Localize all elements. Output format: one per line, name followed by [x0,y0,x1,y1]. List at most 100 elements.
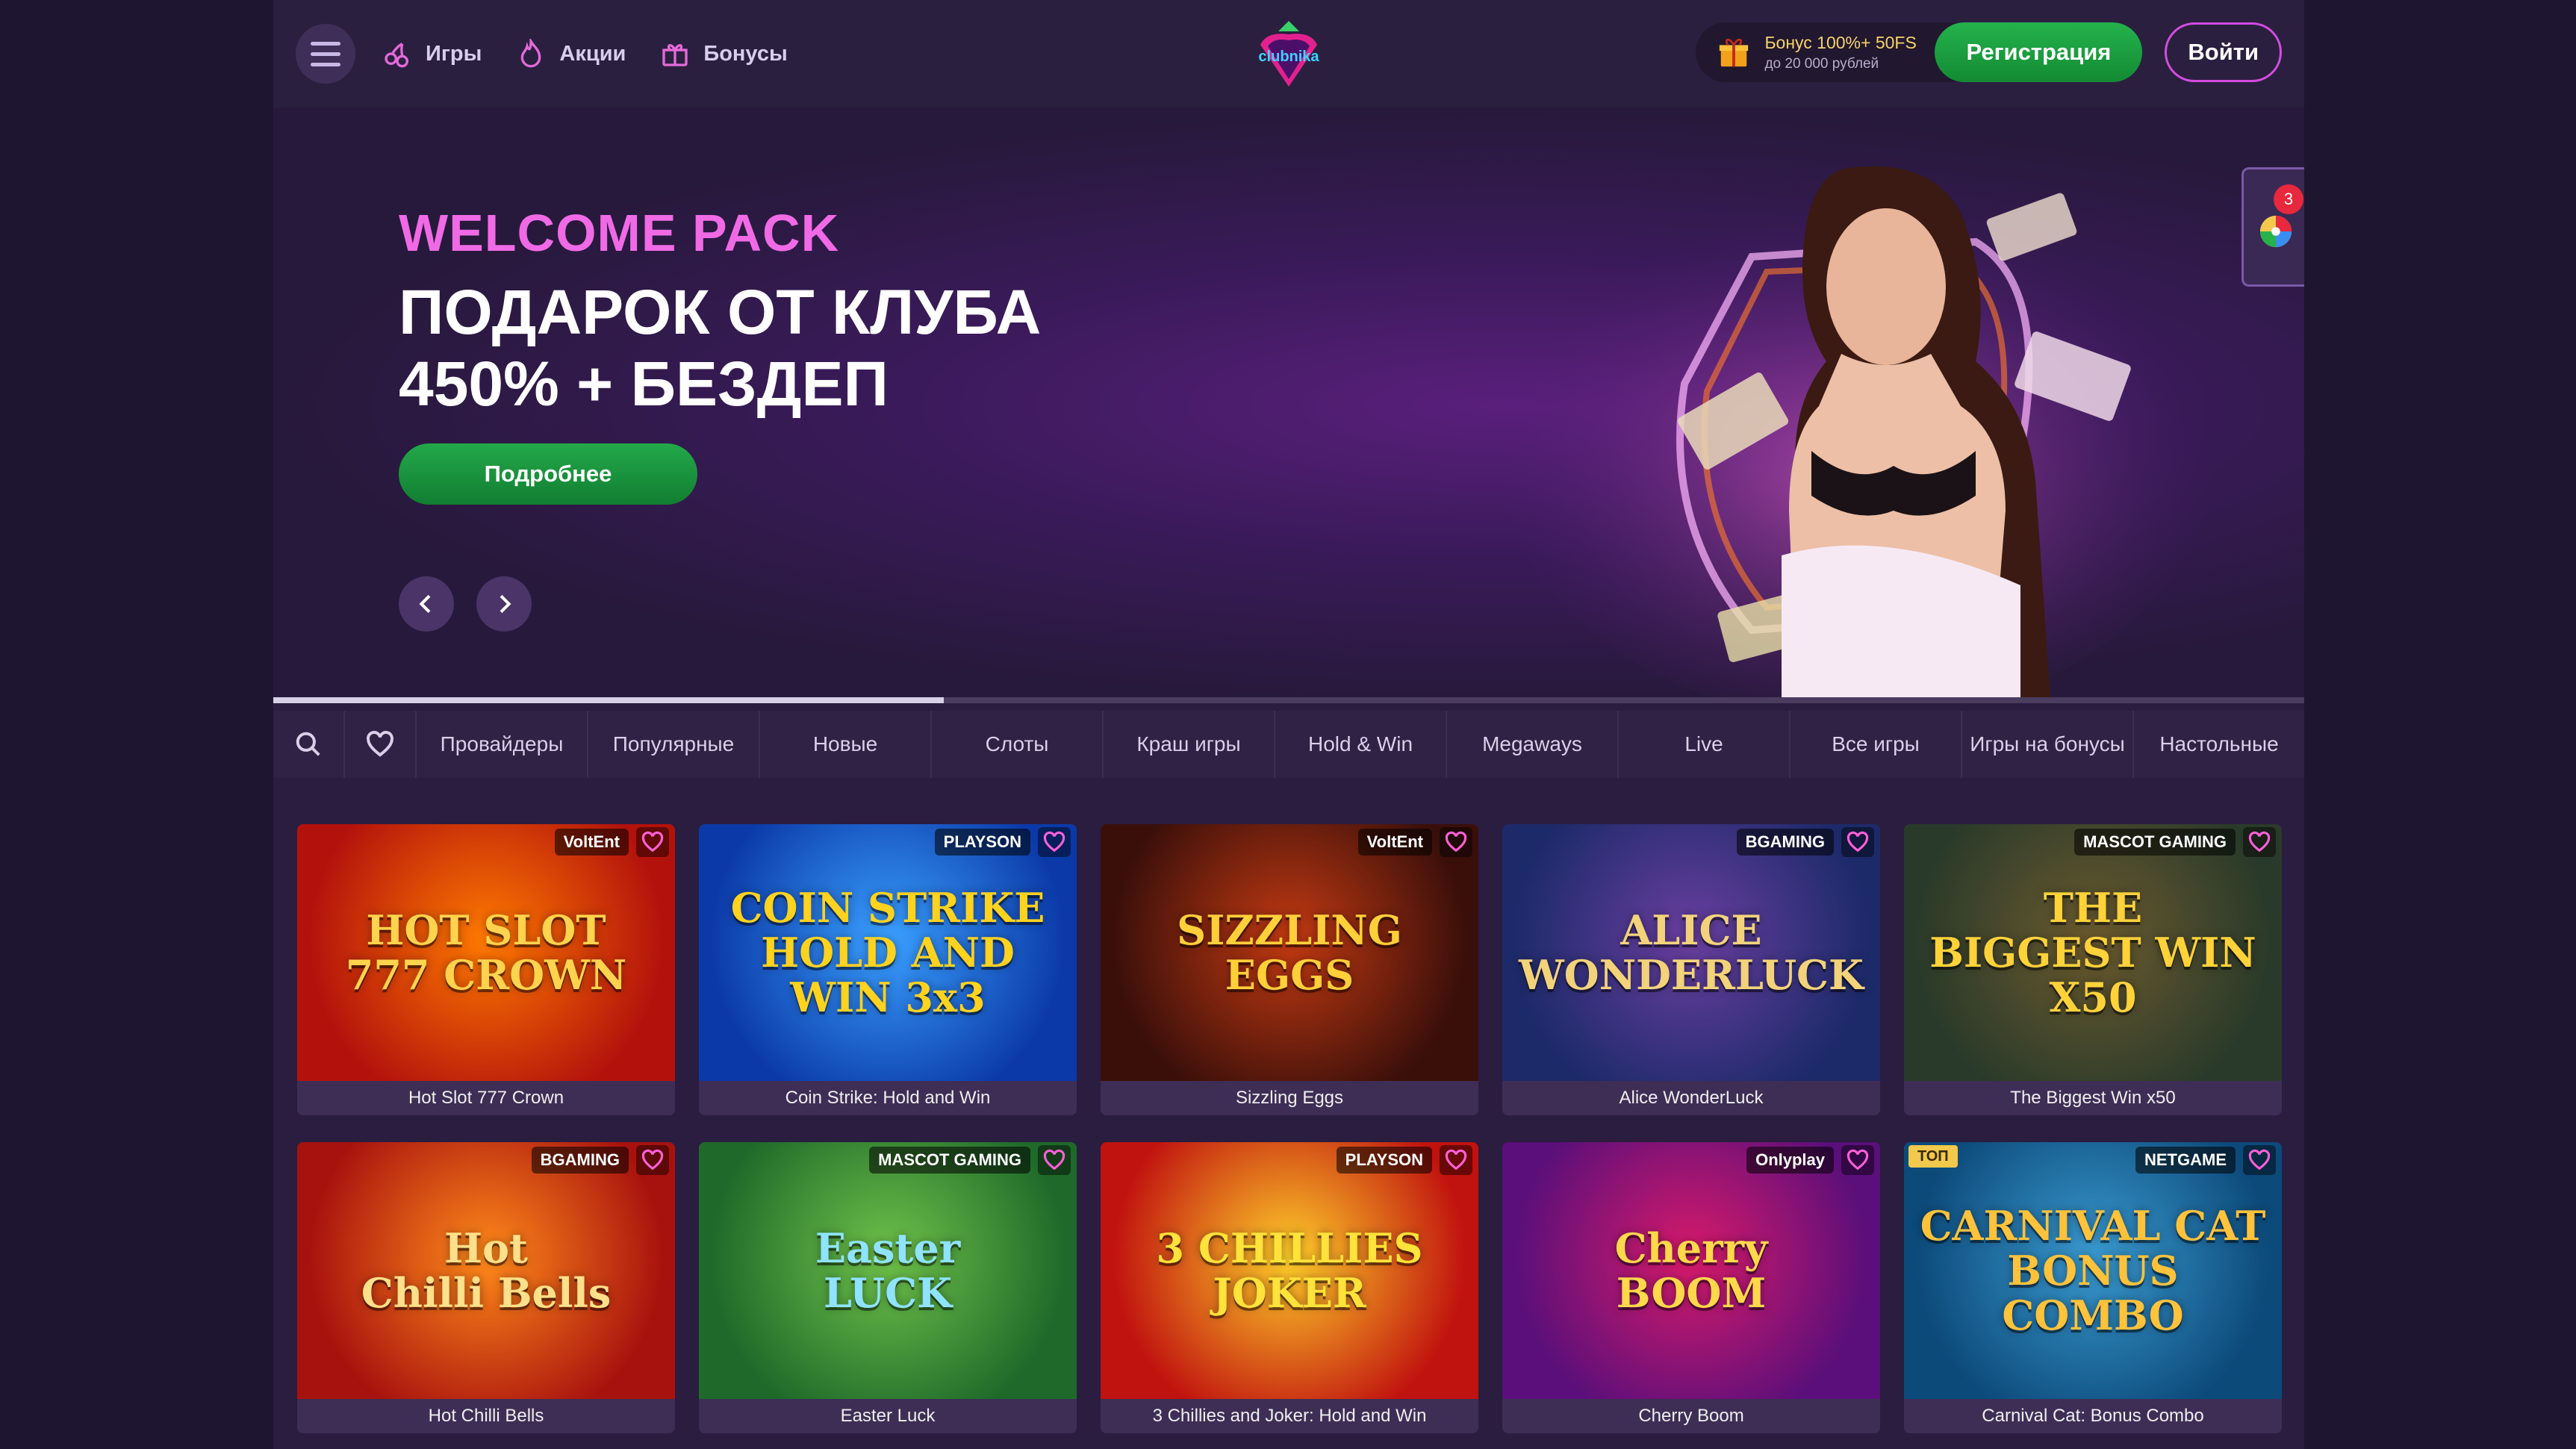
heart-icon [1847,831,1869,853]
game-title[interactable]: Cherry Boom [1502,1399,1880,1433]
nav-item-bonuses[interactable]: Бонусы [660,39,788,69]
gift-icon [662,44,688,66]
tab-9[interactable]: Игры на бонусы [1962,711,2134,778]
favorite-button[interactable] [2243,1145,2276,1175]
main-nav: Игры Акции Бонусы [382,39,788,69]
favorite-button[interactable] [1038,827,1071,857]
heart-icon [1445,1149,1467,1171]
bonus-subtitle: до 20 000 рублей [1764,55,1879,72]
game-title[interactable]: Carnival Cat: Bonus Combo [1904,1399,2282,1433]
tab-2[interactable]: Новые [760,711,932,778]
favorite-button[interactable] [1841,1145,1874,1175]
heart-icon [641,1149,664,1171]
provider-label: MASCOT GAMING [869,1147,1030,1174]
heart-icon [367,731,393,757]
nav-label: Акции [559,41,626,66]
login-button[interactable]: Войти [2165,22,2282,82]
game-art-text: Hot Chilli Bells [361,1224,612,1317]
provider-label: Onlyplay [1746,1147,1834,1174]
game-title[interactable]: Hot Chilli Bells [297,1399,675,1433]
tab-5[interactable]: Hold & Win [1275,711,1447,778]
nav-item-promos[interactable]: Акции [516,39,626,69]
heart-icon [1043,1149,1065,1171]
tab-3[interactable]: Слоты [932,711,1104,778]
tab-6[interactable]: Megaways [1447,711,1619,778]
game-thumbnail[interactable]: Hot Chilli Bells [297,1142,675,1399]
favorite-button[interactable] [636,827,669,857]
provider-label: BGAMING [1736,829,1834,856]
tab-4[interactable]: Краш игры [1104,711,1275,778]
favorite-button[interactable] [636,1145,669,1175]
tab-0[interactable]: Провайдеры [417,711,588,778]
game-art-text: THE BIGGEST WIN X50 [1929,884,2256,1021]
wheel-widget[interactable]: 3 [2241,167,2304,287]
game-card[interactable]: COIN STRIKE HOLD AND WIN 3x3 PLAYSON Coin … [699,824,1077,1115]
game-card[interactable]: Easter LUCK MASCOT GAMING Easter Luck [699,1142,1077,1433]
tab-7[interactable]: Live [1619,711,1791,778]
register-button[interactable]: Регистрация [1935,22,2143,82]
fire-icon [521,39,541,68]
nav-label: Игры [426,41,482,66]
favorites-button[interactable] [345,711,417,778]
game-thumbnail[interactable]: CARNIVAL CAT BONUS COMBO [1904,1142,2282,1399]
game-title[interactable]: 3 Chillies and Joker: Hold and Win [1101,1399,1478,1433]
game-art-text: 3 CHILLIES JOKER [1156,1224,1423,1317]
top-badge: ТОП [1908,1145,1958,1168]
game-thumbnail[interactable]: Cherry BOOM [1502,1142,1880,1399]
page-frame: Игры Акции Бонусы clubnika Бонус 100%+ 5… [273,0,2304,1449]
tab-10[interactable]: Настольные [2134,711,2304,778]
next-slide-button[interactable] [476,576,532,632]
slide-progress-bar [273,697,2304,703]
gift-box-icon [1720,38,1749,67]
nav-label: Бонусы [703,41,788,66]
hero-model-image [1498,166,2215,697]
game-title[interactable]: Alice WonderLuck [1502,1081,1880,1115]
clubnika-logo[interactable]: clubnika [1244,15,1334,90]
heart-icon [1847,1149,1869,1171]
fortune-wheel-icon [2259,215,2292,248]
game-card[interactable]: ALICE WONDERLUCK BGAMING Alice WonderLuck [1502,824,1880,1115]
menu-button[interactable] [296,24,355,84]
svg-text:clubnika: clubnika [1258,49,1319,65]
chevron-right-icon [500,594,511,614]
game-card[interactable]: CARNIVAL CAT BONUS COMBO ТОП NETGAME Carniv… [1904,1142,2282,1433]
game-card[interactable]: Cherry BOOM Onlyplay Cherry Boom [1502,1142,1880,1433]
tab-1[interactable]: Популярные [588,711,760,778]
cherry-icon [385,43,408,68]
game-thumbnail[interactable]: 3 CHILLIES JOKER [1101,1142,1478,1399]
game-card[interactable]: HOT SLOT 777 CROWN VoltEnt Hot Slot 777 Cr… [297,824,675,1115]
game-card[interactable]: SIZZLING EGGS VoltEnt Sizzling Eggs [1101,824,1478,1115]
menu-icon [311,41,340,46]
game-card[interactable]: Hot Chilli Bells BGAMING Hot Chilli Bells [297,1142,675,1433]
game-title[interactable]: The Biggest Win x50 [1904,1081,2282,1115]
game-thumbnail[interactable]: SIZZLING EGGS [1101,824,1478,1081]
game-art-text: COIN STRIKE HOLD AND WIN 3x3 [730,884,1045,1021]
game-card[interactable]: 3 CHILLIES JOKER PLAYSON 3 Chillies and Jo… [1101,1142,1478,1433]
favorite-button[interactable] [1440,827,1472,857]
game-thumbnail[interactable]: ALICE WONDERLUCK [1502,824,1880,1081]
favorite-button[interactable] [1440,1145,1472,1175]
game-card[interactable]: THE BIGGEST WIN X50 MASCOT GAMING The Bigg… [1904,824,2282,1115]
heart-icon [1043,831,1065,853]
game-thumbnail[interactable]: HOT SLOT 777 CROWN [297,824,675,1081]
favorite-button[interactable] [2243,827,2276,857]
game-thumbnail[interactable]: THE BIGGEST WIN X50 [1904,824,2282,1081]
game-title[interactable]: Coin Strike: Hold and Win [699,1081,1077,1115]
provider-label: MASCOT GAMING [2074,829,2236,856]
search-button[interactable] [273,711,345,778]
game-thumbnail[interactable]: Easter LUCK [699,1142,1077,1399]
nav-item-games[interactable]: Игры [382,39,482,69]
game-title[interactable]: Easter Luck [699,1399,1077,1433]
tab-8[interactable]: Все игры [1791,711,1962,778]
provider-label: PLAYSON [934,829,1030,856]
more-button[interactable]: Подробнее [399,443,697,505]
heart-icon [1445,831,1467,853]
favorite-button[interactable] [1038,1145,1071,1175]
game-title[interactable]: Sizzling Eggs [1101,1081,1478,1115]
game-thumbnail[interactable]: COIN STRIKE HOLD AND WIN 3x3 [699,824,1077,1081]
favorite-button[interactable] [1841,827,1874,857]
prev-slide-button[interactable] [399,576,454,632]
hero-banner: WELCOME PACK ПОДАРОК ОТ КЛУБА 450% + БЕЗ… [273,107,2304,697]
game-art-text: Cherry BOOM [1614,1224,1768,1317]
game-title[interactable]: Hot Slot 777 Crown [297,1081,675,1115]
